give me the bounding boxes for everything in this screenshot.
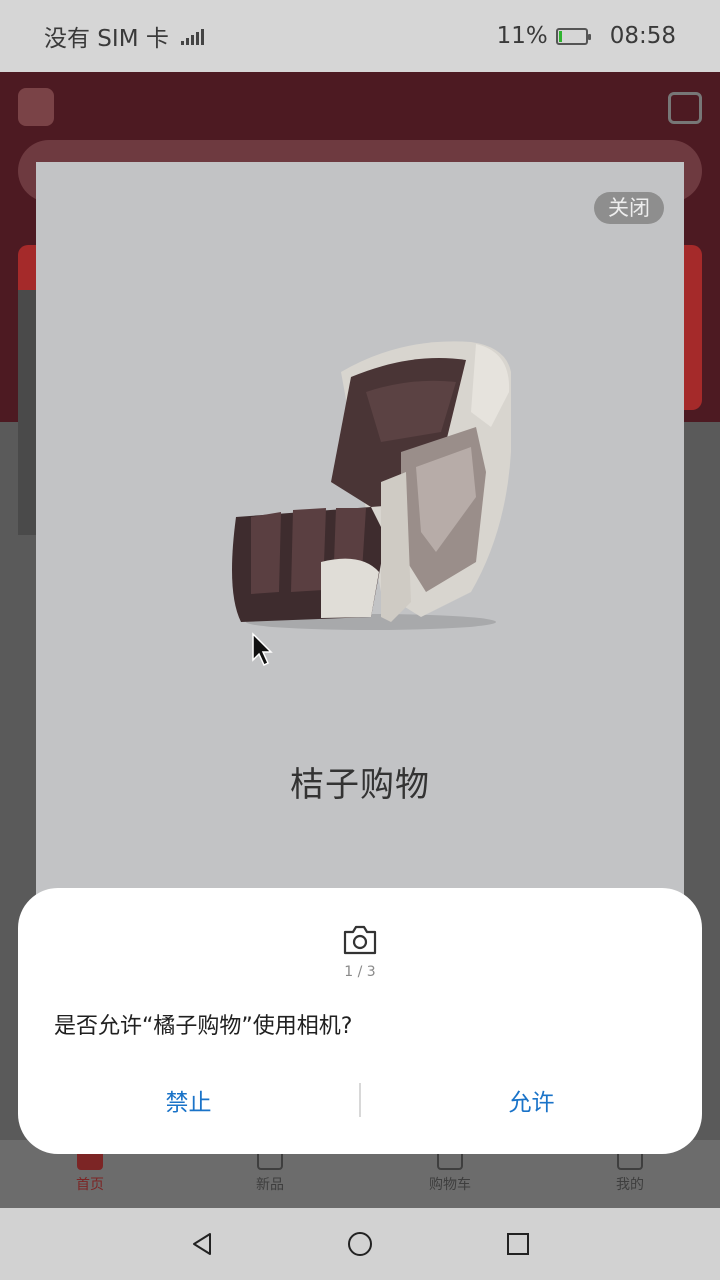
close-ad-button[interactable]: 关闭 <box>594 192 664 224</box>
battery-fill <box>558 30 562 42</box>
massage-chair-image <box>232 341 511 630</box>
battery-icon <box>555 27 591 45</box>
home-button[interactable] <box>340 1224 380 1264</box>
dialog-buttons: 禁止 允许 <box>18 1078 702 1122</box>
back-button[interactable] <box>182 1224 222 1264</box>
battery-percent: 11% <box>496 23 548 49</box>
allow-button[interactable]: 允许 <box>361 1083 702 1117</box>
status-right: 11% 08:58 <box>497 23 676 49</box>
recents-button[interactable] <box>498 1224 538 1264</box>
system-nav-bar <box>0 1208 720 1280</box>
carrier-label: 没有 SIM 卡 <box>44 26 169 52</box>
tab-label: 我的 <box>616 1177 644 1193</box>
camera-permission-dialog: 1 / 3 是否允许“橘子购物”使用相机? 禁止 允许 <box>18 888 702 1154</box>
clock: 08:58 <box>609 23 676 49</box>
banner-left-lower <box>18 290 38 535</box>
camera-icon <box>343 925 377 955</box>
ad-title: 桔子购物 <box>290 765 430 805</box>
deny-button[interactable]: 禁止 <box>18 1083 359 1117</box>
home-icon <box>348 1232 372 1256</box>
scan-icon <box>668 92 702 124</box>
popup-ad: 关闭 桔子购物 <box>36 162 684 902</box>
app-logo-icon <box>18 88 54 126</box>
permission-question: 是否允许“橘子购物”使用相机? <box>54 1014 353 1039</box>
tab-label: 首页 <box>76 1177 104 1193</box>
tab-label: 购物车 <box>429 1177 471 1193</box>
status-left: 没有 SIM 卡 <box>44 19 204 53</box>
banner-right-edge <box>682 245 702 410</box>
recents-icon <box>507 1233 529 1255</box>
page-indicator: 1 / 3 <box>344 964 376 980</box>
signal-icon <box>180 27 204 45</box>
back-icon <box>193 1233 211 1255</box>
mouse-cursor-icon <box>252 632 273 667</box>
tab-label: 新品 <box>256 1177 284 1193</box>
status-bar: 没有 SIM 卡 11% 08:58 <box>0 0 720 72</box>
